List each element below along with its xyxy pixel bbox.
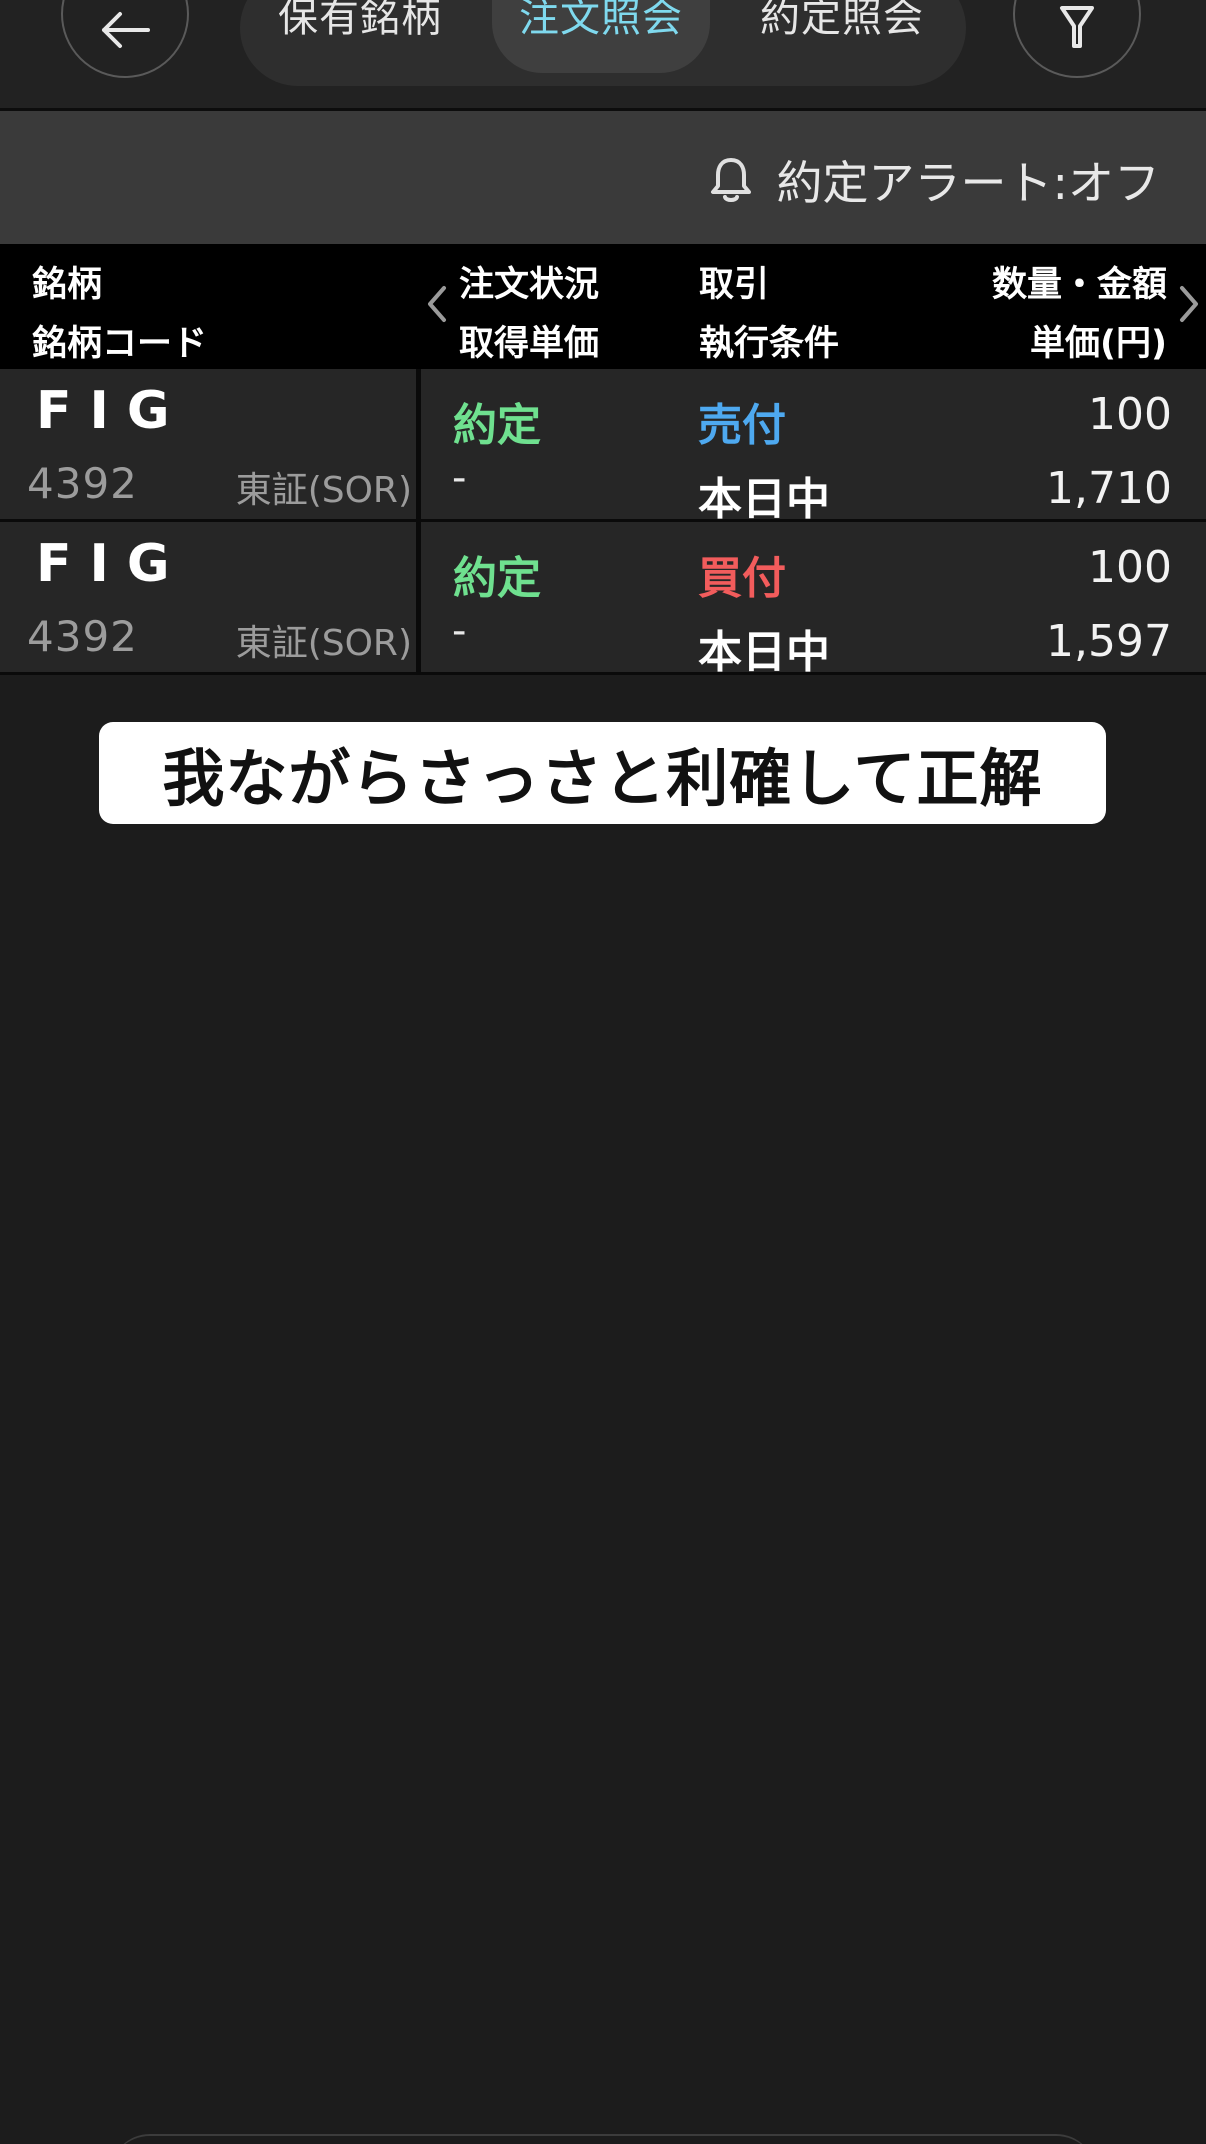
stock-name: FIG	[36, 534, 188, 594]
scroll-left-icon[interactable]	[424, 284, 448, 333]
column-divider	[416, 369, 421, 519]
column-divider	[416, 522, 421, 672]
stock-code: 4392	[27, 612, 138, 661]
top-nav: 保有銘柄 注文照会 約定照会	[0, 0, 1206, 111]
bottom-sheet-edge	[110, 2134, 1096, 2144]
table-header: 銘柄 銘柄コード 注文状況 取得単価 取引 執行条件 数量・金額 単価(円)	[0, 244, 1206, 369]
quantity: 100	[1088, 542, 1172, 593]
segment-control: 保有銘柄 注文照会 約定照会	[240, 0, 966, 86]
header-execution-condition: 執行条件	[699, 324, 840, 364]
filter-button[interactable]	[1013, 0, 1141, 78]
market: 東証(SOR)	[235, 623, 412, 664]
header-name: 銘柄	[32, 265, 103, 305]
unit-price: 1,710	[1046, 463, 1172, 514]
tab-holdings[interactable]: 保有銘柄	[240, 0, 480, 73]
acquisition-price: -	[452, 608, 467, 654]
table-row[interactable]: FIG 4392 東証(SOR) 約定 - 売付 本日中 100 1,710	[0, 369, 1206, 525]
tab-execution-inquiry[interactable]: 約定照会	[722, 0, 962, 73]
stock-code: 4392	[27, 459, 138, 508]
header-trade: 取引	[699, 265, 770, 305]
execution-condition: 本日中	[698, 627, 830, 678]
filter-icon	[1060, 6, 1094, 48]
unit-price: 1,597	[1046, 616, 1172, 667]
table-row[interactable]: FIG 4392 東証(SOR) 約定 - 買付 本日中 100 1,597	[0, 522, 1206, 678]
header-unit-price: 単価(円)	[1030, 324, 1167, 364]
header-quantity-amount: 数量・金額	[991, 265, 1167, 305]
header-order-status: 注文状況	[459, 265, 600, 305]
tab-order-inquiry[interactable]: 注文照会	[492, 0, 710, 73]
trade-type: 買付	[698, 553, 786, 604]
trade-type: 売付	[698, 400, 786, 451]
acquisition-price: -	[452, 455, 467, 501]
market: 東証(SOR)	[235, 470, 412, 511]
alert-bar: 約定アラート:オフ	[0, 111, 1206, 244]
scroll-right-icon[interactable]	[1178, 284, 1202, 333]
caption-banner: 我ながらさっさと利確して正解	[99, 722, 1106, 824]
execution-condition: 本日中	[698, 474, 830, 525]
alert-label: 約定アラート:オフ	[776, 156, 1161, 210]
header-acquisition-price: 取得単価	[459, 324, 600, 364]
arrow-left-icon	[102, 12, 150, 48]
order-status: 約定	[453, 400, 541, 451]
stock-name: FIG	[36, 381, 188, 441]
bell-icon	[710, 158, 751, 202]
execution-alert-toggle[interactable]: 約定アラート:オフ	[709, 147, 1161, 213]
order-status: 約定	[453, 553, 541, 604]
back-button[interactable]	[61, 0, 189, 78]
header-code: 銘柄コード	[32, 324, 208, 364]
quantity: 100	[1088, 389, 1172, 440]
